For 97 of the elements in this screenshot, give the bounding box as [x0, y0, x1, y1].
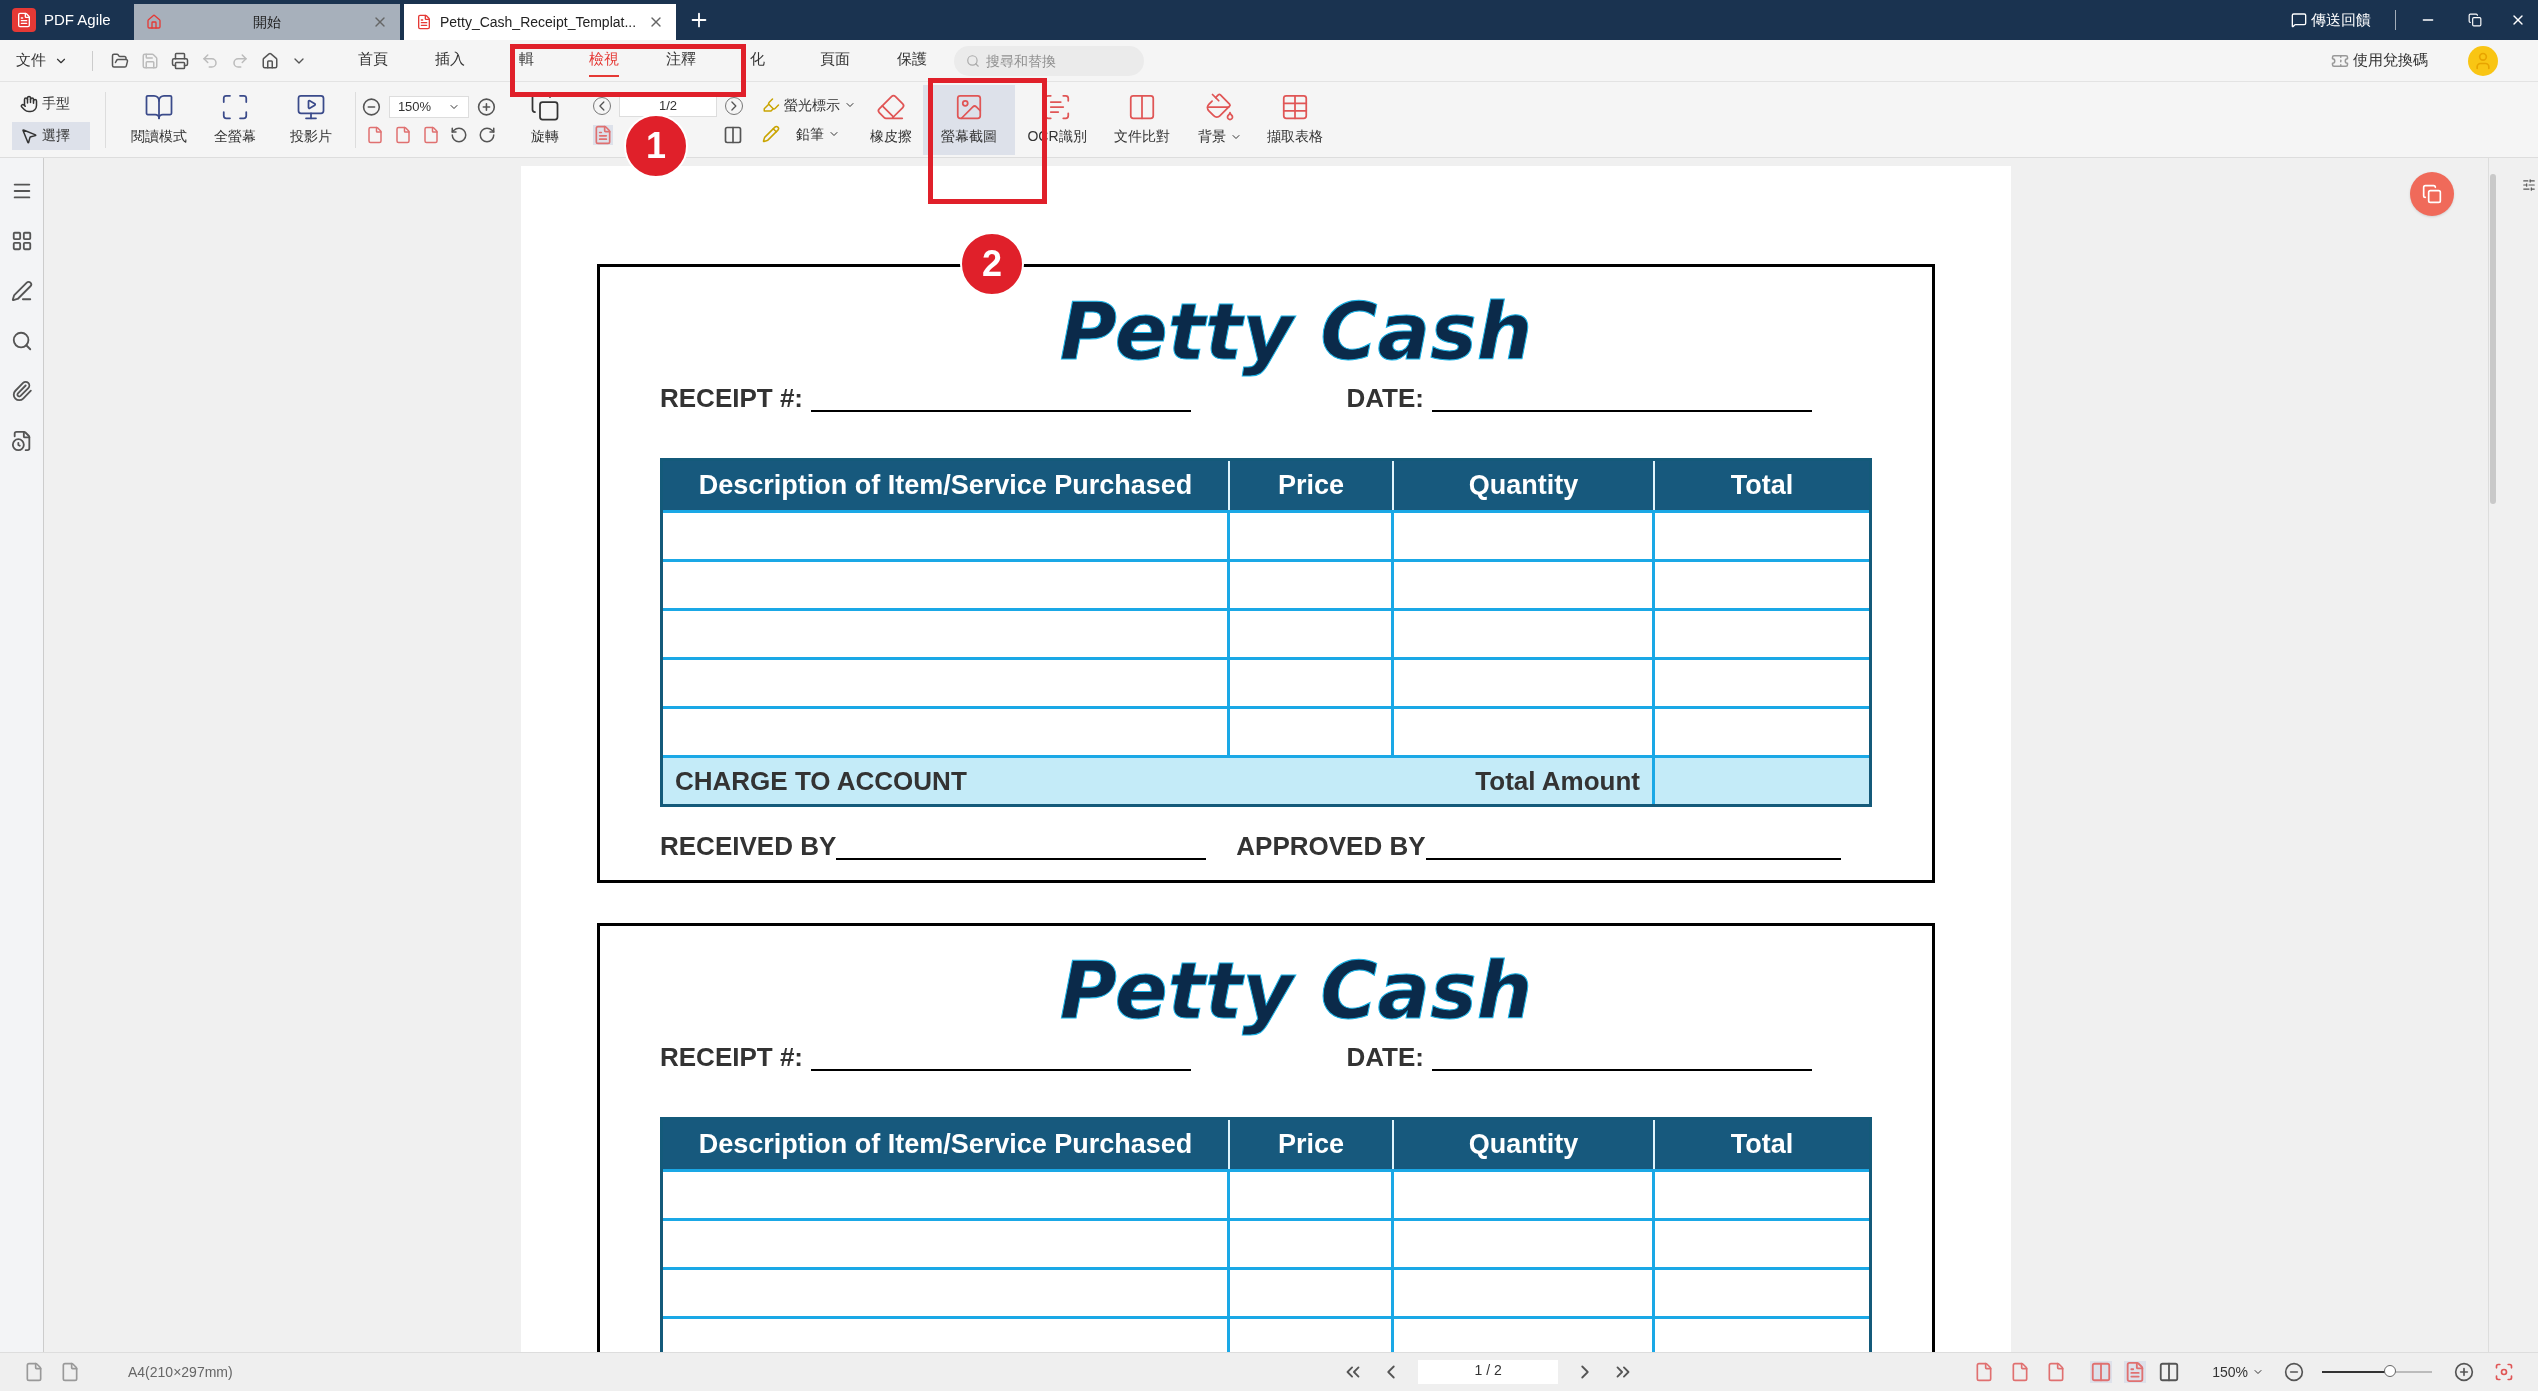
image-icon — [954, 92, 984, 122]
tool-button[interactable]: 背景 — [1185, 84, 1255, 155]
pencil-icon — [762, 125, 780, 143]
hand-icon — [20, 94, 38, 113]
floating-action-button[interactable] — [2410, 172, 2454, 216]
column-header: Description of Item/Service Purchased — [663, 1120, 1230, 1169]
highlighter-icon — [762, 96, 780, 114]
zoom-in-icon[interactable] — [477, 96, 496, 117]
fit-width-icon[interactable] — [422, 125, 440, 144]
document-tab[interactable]: 開始 — [134, 4, 400, 40]
eraser-icon — [876, 92, 906, 122]
menu-tab[interactable]: 首頁 — [357, 44, 388, 77]
rotate-button[interactable]: 旋轉 — [515, 92, 575, 147]
actual-size-icon[interactable] — [1974, 1362, 1995, 1382]
column-header: Price — [1230, 1120, 1394, 1169]
rotate-left-icon[interactable] — [450, 125, 468, 144]
single-view-icon[interactable] — [2124, 1361, 2147, 1383]
zoom-in-icon[interactable] — [2454, 1362, 2474, 1382]
received-by-label: RECEIVED BY — [660, 827, 1207, 866]
menu-tab[interactable]: 插入 — [434, 44, 465, 77]
search-icon[interactable] — [10, 330, 33, 352]
highlight-tool[interactable]: 螢光標示 — [762, 94, 859, 116]
expand-icon — [220, 92, 250, 122]
paint-bucket-icon — [1205, 92, 1235, 122]
date-label: DATE: — [1346, 1038, 1812, 1077]
menu-tab[interactable]: 檢視 — [588, 44, 619, 77]
column-header: Total — [1729, 469, 1795, 503]
print-icon[interactable] — [171, 51, 189, 70]
receipt-title: Petty Cash — [1059, 946, 1533, 1036]
pencil-tool[interactable]: 鉛筆 — [762, 123, 859, 145]
hand-tool[interactable]: 手型 — [12, 89, 90, 118]
two-page-icon[interactable] — [2158, 1361, 2181, 1383]
search-icon — [966, 53, 980, 68]
adjust-icon[interactable] — [2522, 178, 2536, 192]
history-icon[interactable] — [10, 430, 33, 452]
cursor-icon — [20, 126, 38, 145]
split-page-icon — [1127, 92, 1157, 122]
restore-icon[interactable] — [2468, 13, 2482, 27]
search-field[interactable]: 搜尋和替換 — [954, 45, 1144, 76]
pdf-file-icon — [416, 14, 432, 30]
app-name: PDF Agile — [44, 9, 111, 30]
open-icon[interactable] — [111, 51, 129, 70]
select-tool[interactable]: 選擇 — [12, 121, 90, 150]
charge-label: CHARGE TO ACCOUNT — [674, 764, 968, 798]
book-icon — [144, 92, 174, 122]
rotate-right-icon[interactable] — [478, 125, 496, 144]
file-menu[interactable]: 文件 — [16, 49, 68, 72]
receipt-number-label: RECEIPT #: — [660, 1038, 1192, 1077]
tool-button[interactable]: 文件比對 — [1099, 84, 1185, 155]
thumbnails-icon[interactable] — [10, 230, 33, 252]
column-header: Description of Item/Service Purchased — [663, 461, 1230, 510]
continuous-view-icon[interactable] — [2090, 1361, 2113, 1383]
receipt-number-label: RECEIPT #: — [660, 379, 1192, 418]
column-header: Price — [1230, 461, 1394, 510]
home-icon — [146, 14, 162, 30]
fullscreen-icon[interactable] — [2494, 1362, 2514, 1382]
single-page-icon[interactable] — [593, 124, 613, 145]
tool-button[interactable]: 擷取表格 — [1255, 84, 1335, 155]
scrollbar-thumb[interactable] — [2489, 174, 2496, 504]
total-amount-label: Total Amount — [1443, 758, 1655, 804]
menu-tab[interactable]: 頁面 — [819, 44, 850, 77]
menu-tab[interactable]: 輯 — [519, 44, 534, 77]
home-icon[interactable] — [261, 51, 279, 70]
zoom-level[interactable]: 150% — [2212, 1361, 2264, 1383]
copy-icon — [2422, 184, 2442, 204]
table-icon — [1280, 92, 1310, 122]
redeem-link[interactable]: 使用兌換碼 — [2353, 49, 2428, 72]
approved-by-label: APPROVED BY — [1236, 827, 1841, 866]
menu-tab[interactable]: 保護 — [896, 44, 927, 77]
column-header: Quantity — [1394, 461, 1655, 510]
signature-icon[interactable] — [10, 280, 33, 302]
menu-tab[interactable]: 化 — [750, 44, 765, 77]
fit-page-icon[interactable] — [2010, 1362, 2031, 1382]
zoom-out-icon[interactable] — [362, 96, 381, 117]
continuous-page-icon[interactable] — [723, 124, 743, 145]
tool-button[interactable]: 螢幕截圖 — [923, 84, 1015, 155]
view-mode-button[interactable]: 投影片 — [273, 92, 349, 147]
presentation-icon — [296, 92, 326, 122]
tool-button[interactable]: 橡皮擦 — [859, 84, 923, 155]
menu-tab[interactable]: 注釋 — [665, 44, 696, 77]
date-label: DATE: — [1346, 379, 1812, 418]
zoom-out-icon[interactable] — [2284, 1362, 2304, 1382]
paper-size: A4(210×297mm) — [128, 1362, 233, 1382]
app-logo-icon — [12, 8, 36, 32]
fit-page-icon[interactable] — [394, 125, 412, 144]
receipt-title: Petty Cash — [1059, 287, 1533, 377]
feedback-link[interactable]: 傳送回饋 — [2311, 8, 2371, 32]
zoom-field[interactable]: 150% — [388, 95, 470, 118]
page-number-field[interactable]: 1 / 2 — [1418, 1360, 1559, 1384]
view-mode-button[interactable]: 閱讀模式 — [121, 92, 197, 147]
actual-size-icon[interactable] — [366, 125, 384, 144]
feedback-icon[interactable] — [2291, 12, 2307, 28]
column-header: Quantity — [1394, 1120, 1655, 1169]
view-mode-button[interactable]: 全螢幕 — [197, 92, 273, 147]
column-header: Total — [1729, 1128, 1795, 1162]
document-tab[interactable]: Petty_Cash_Receipt_Templat... — [404, 4, 676, 40]
attachment-icon[interactable] — [10, 380, 33, 402]
